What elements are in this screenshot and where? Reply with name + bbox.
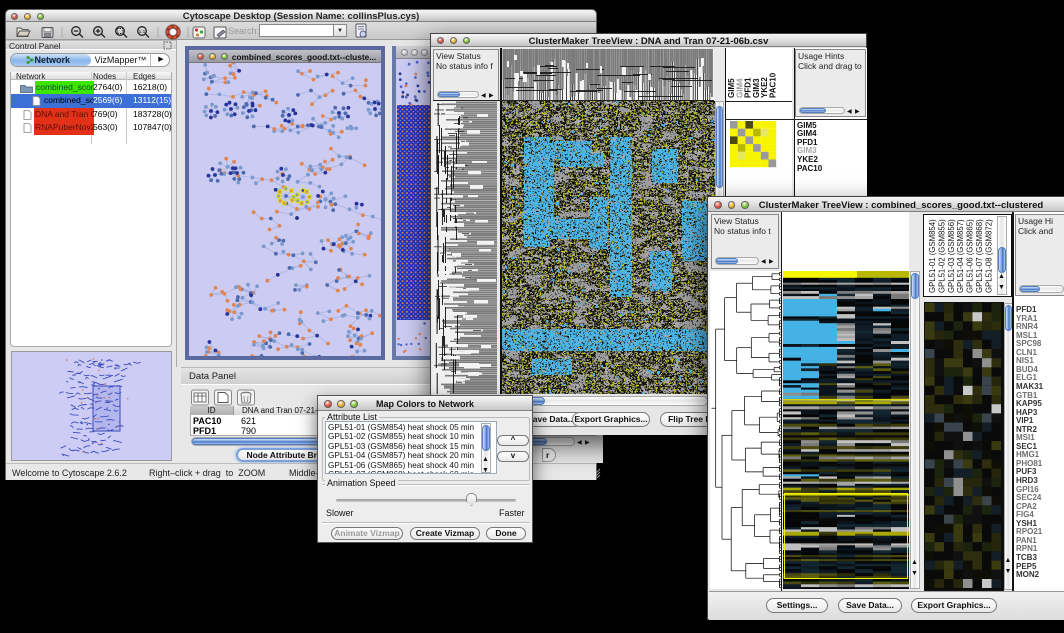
svg-text:GPL51-03 (GSM856): GPL51-03 (GSM856) bbox=[947, 219, 956, 293]
svg-text:GPL51-02 (GSM855): GPL51-02 (GSM855) bbox=[937, 219, 946, 293]
svg-text:PAC10: PAC10 bbox=[769, 72, 778, 98]
svg-text:GPL51-07 (GSM868): GPL51-07 (GSM868) bbox=[975, 219, 984, 293]
svg-text:1:1: 1:1 bbox=[139, 29, 146, 35]
svg-text:GPL51-06 (GSM865): GPL51-06 (GSM865) bbox=[966, 219, 975, 293]
svg-text:GPL51-08 (GSM872): GPL51-08 (GSM872) bbox=[984, 219, 993, 293]
svg-text:GPL51-01 (GSM854): GPL51-01 (GSM854) bbox=[928, 219, 937, 293]
svg-text:GPL51-04 (GSM857): GPL51-04 (GSM857) bbox=[956, 219, 965, 293]
